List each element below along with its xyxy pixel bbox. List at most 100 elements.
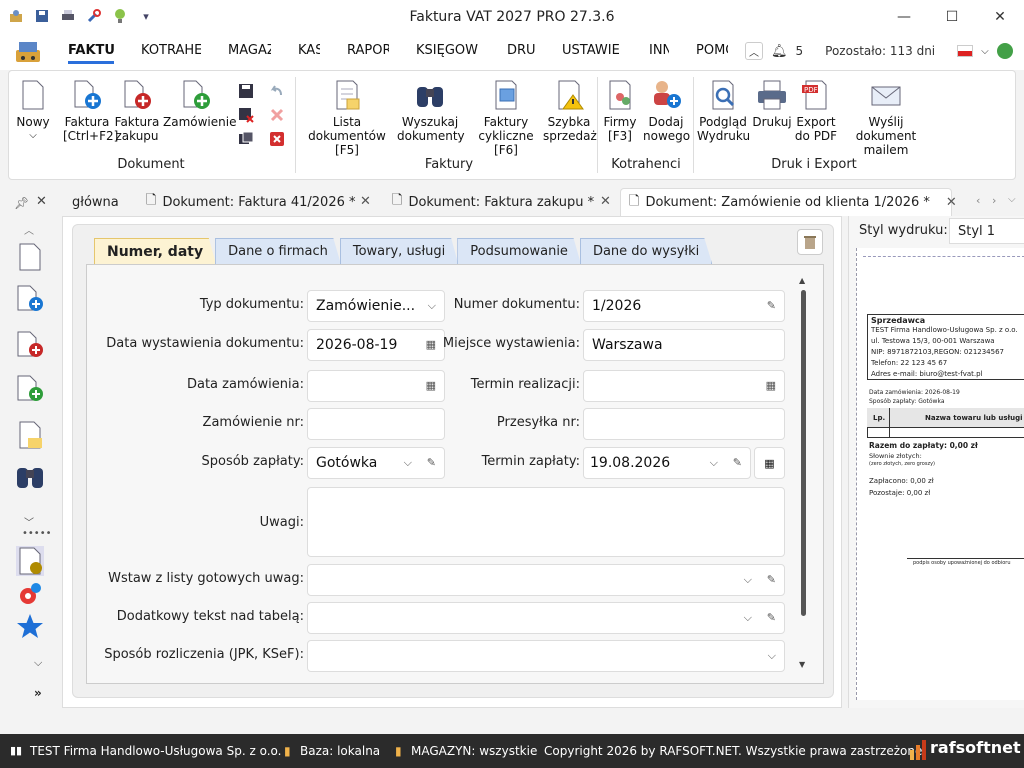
firmy-button[interactable]: Firmy [F3] bbox=[601, 79, 639, 143]
wyslij-mailem-button[interactable]: Wyślij dokument mailem bbox=[841, 79, 931, 157]
pencil-icon[interactable]: ✎ bbox=[767, 611, 776, 624]
subtab-numer-daty[interactable]: Numer, daty bbox=[94, 238, 217, 264]
sidebar-favorites-icon[interactable] bbox=[16, 612, 44, 642]
pin-icon[interactable]: 📌︎ bbox=[14, 196, 29, 210]
sidebar-list-icon[interactable] bbox=[16, 420, 44, 450]
uwagi-textarea[interactable] bbox=[307, 487, 785, 557]
scroll-thumb[interactable] bbox=[801, 290, 806, 616]
subtab-towary-uslugi[interactable]: Towary, usługi bbox=[339, 238, 459, 264]
termin-realizacji-input[interactable]: ▦ bbox=[583, 370, 785, 402]
calendar-icon[interactable]: ▦ bbox=[766, 379, 776, 392]
menu-faktury[interactable]: FAKTU bbox=[68, 43, 114, 64]
drukuj-button[interactable]: Drukuj bbox=[751, 79, 793, 129]
trash-button[interactable] bbox=[797, 229, 823, 255]
subtab-podsumowanie[interactable]: Podsumowanie bbox=[457, 238, 581, 264]
tab-faktura-zakupu[interactable]: 🗋︎ Dokument: Faktura zakupu * bbox=[384, 188, 620, 216]
menu-inne[interactable]: INN bbox=[649, 43, 669, 64]
pencil-icon[interactable]: ✎ bbox=[427, 456, 436, 469]
menu-pomoc[interactable]: POMO bbox=[696, 43, 728, 64]
minimize-button[interactable]: — bbox=[880, 0, 928, 34]
pencil-icon[interactable]: ✎ bbox=[767, 299, 776, 312]
tab-glowna[interactable]: główna bbox=[64, 188, 138, 216]
maximize-button[interactable]: ☐ bbox=[928, 0, 976, 34]
dodaj-nowego-button[interactable]: Dodaj nowego bbox=[643, 79, 690, 143]
menu-raporty[interactable]: RAPOR bbox=[347, 43, 389, 64]
menu-kasa[interactable]: KAS bbox=[298, 43, 320, 64]
faktura-button[interactable]: Faktura [Ctrl+F2] bbox=[63, 79, 118, 143]
faktura-zakupu-button[interactable]: Faktura zakupu bbox=[113, 79, 161, 143]
bell-icon[interactable]: 🔔︎ bbox=[771, 44, 788, 59]
podglad-wydruku-button[interactable]: Podgląd Wydruku bbox=[697, 79, 750, 143]
sidebar-purchase-icon[interactable] bbox=[16, 330, 44, 360]
nowy-button[interactable]: Nowy ⌵ bbox=[13, 79, 53, 143]
language-flag-icon[interactable] bbox=[957, 45, 974, 57]
undo-icon[interactable] bbox=[269, 83, 285, 99]
cancel-icon[interactable] bbox=[269, 131, 285, 147]
sidebar-settings-icon[interactable] bbox=[16, 580, 44, 610]
data-wystawienia-input[interactable]: 2026-08-19 ▦ bbox=[307, 329, 445, 361]
app-logo-icon[interactable] bbox=[14, 38, 42, 64]
menu-ksiegowosc[interactable]: KSIĘGOW bbox=[416, 43, 480, 64]
delete-icon[interactable] bbox=[269, 107, 285, 123]
sidebar-documents-icon[interactable] bbox=[16, 546, 44, 576]
sposob-zaplaty-select[interactable]: Gotówka ⌵ ✎ bbox=[307, 447, 445, 479]
sidebar-search-icon[interactable] bbox=[16, 462, 44, 492]
dodatkowy-tekst-select[interactable]: ⌵ ✎ bbox=[307, 602, 785, 634]
tab-faktura-41[interactable]: 🗋︎ Dokument: Faktura 41/2026 * bbox=[138, 188, 376, 216]
sidebar-more-arrows-icon[interactable]: » bbox=[34, 686, 42, 700]
sidebar-order-icon[interactable] bbox=[16, 374, 44, 404]
sidebar-close-icon[interactable]: ✕ bbox=[36, 194, 47, 209]
numer-dokumentu-input[interactable]: 1/2026 ✎ bbox=[583, 290, 785, 322]
menu-magazyn[interactable]: MAGAZ bbox=[228, 43, 271, 64]
save-icon[interactable] bbox=[238, 83, 254, 99]
tab-close-icon[interactable]: ✕ bbox=[946, 195, 957, 210]
form-scrollbar[interactable]: ▲ ▼ bbox=[799, 276, 808, 670]
faktury-cykliczne-button[interactable]: Faktury cykliczne [F6] bbox=[465, 79, 547, 157]
subtab-dane-o-firmach[interactable]: Dane o firmach bbox=[215, 238, 341, 264]
online-status-icon[interactable] bbox=[996, 43, 1013, 59]
sidebar-scroll-down-icon[interactable]: ﹀ bbox=[24, 514, 34, 529]
tabs-next-icon[interactable]: › bbox=[992, 194, 996, 207]
tabs-list-icon[interactable]: ⌵ bbox=[1008, 194, 1016, 205]
wstaw-uwag-select[interactable]: ⌵ ✎ bbox=[307, 564, 785, 596]
language-dropdown-icon[interactable]: ⌵ bbox=[981, 46, 989, 57]
tab-close-icon[interactable]: ✕ bbox=[360, 194, 371, 209]
subtab-dane-do-wysylki[interactable]: Dane do wysyłki bbox=[579, 238, 713, 264]
sidebar-more-icon[interactable]: ••••• bbox=[22, 528, 52, 539]
wyszukaj-dokumenty-button[interactable]: Wyszukaj dokumenty bbox=[397, 79, 465, 143]
sidebar-invoice-icon[interactable] bbox=[16, 284, 44, 314]
scroll-up-icon[interactable]: ▲ bbox=[799, 276, 805, 285]
termin-zaplaty-select[interactable]: 19.08.2026 ⌵ ✎ bbox=[583, 447, 751, 479]
save-close-icon[interactable] bbox=[238, 107, 254, 123]
close-button[interactable]: ✕ bbox=[976, 0, 1024, 34]
scroll-down-icon[interactable]: ▼ bbox=[799, 660, 805, 669]
preview-page[interactable]: Sprzedawca TEST Firma Handlowo-Usługowa … bbox=[856, 248, 1024, 700]
sposob-rozliczenia-select[interactable]: ⌵ bbox=[307, 640, 785, 672]
sidebar-scroll-up-icon[interactable]: ︿ bbox=[24, 222, 34, 237]
tab-zamowienie[interactable]: 🗋︎ Dokument: Zamówienie od klienta 1/202… bbox=[620, 188, 957, 216]
lista-dokumentow-button[interactable]: Lista dokumentów [F5] bbox=[299, 79, 395, 157]
zamowienie-nr-input[interactable] bbox=[307, 408, 445, 440]
zamowienie-button[interactable]: Zamówienie bbox=[163, 79, 236, 129]
menu-ustawienia[interactable]: USTAWIE bbox=[562, 43, 622, 64]
sidebar-expand-icon[interactable]: ⌵ bbox=[34, 656, 42, 670]
typ-dokumentu-select[interactable]: Zamówienie... ⌵ bbox=[307, 290, 445, 322]
termin-zaplaty-calendar-button[interactable]: ▦ bbox=[754, 447, 785, 479]
menu-druki[interactable]: DRU bbox=[507, 43, 535, 64]
pencil-icon[interactable]: ✎ bbox=[733, 456, 742, 469]
export-pdf-button[interactable]: PDF Export do PDF bbox=[793, 79, 839, 143]
menu-kontrahenci[interactable]: KOTRAHE bbox=[141, 43, 201, 64]
save-as-icon[interactable] bbox=[238, 131, 254, 147]
calendar-icon[interactable]: ▦ bbox=[426, 379, 436, 392]
pencil-icon[interactable]: ✎ bbox=[767, 573, 776, 586]
collapse-ribbon-icon[interactable]: ︿ bbox=[745, 42, 763, 60]
data-zamowienia-input[interactable]: ▦ bbox=[307, 370, 445, 402]
tabs-prev-icon[interactable]: ‹ bbox=[976, 194, 980, 207]
tab-close-icon[interactable]: ✕ bbox=[600, 194, 611, 209]
szybka-sprzedaz-button[interactable]: Szybka sprzedaż bbox=[543, 79, 597, 143]
styl-wydruku-select[interactable]: Styl 1 bbox=[949, 218, 1024, 244]
sidebar-new-icon[interactable] bbox=[16, 242, 44, 272]
przesylka-nr-input[interactable] bbox=[583, 408, 785, 440]
calendar-icon[interactable]: ▦ bbox=[426, 338, 436, 351]
miejsce-wystawienia-input[interactable]: Warszawa bbox=[583, 329, 785, 361]
